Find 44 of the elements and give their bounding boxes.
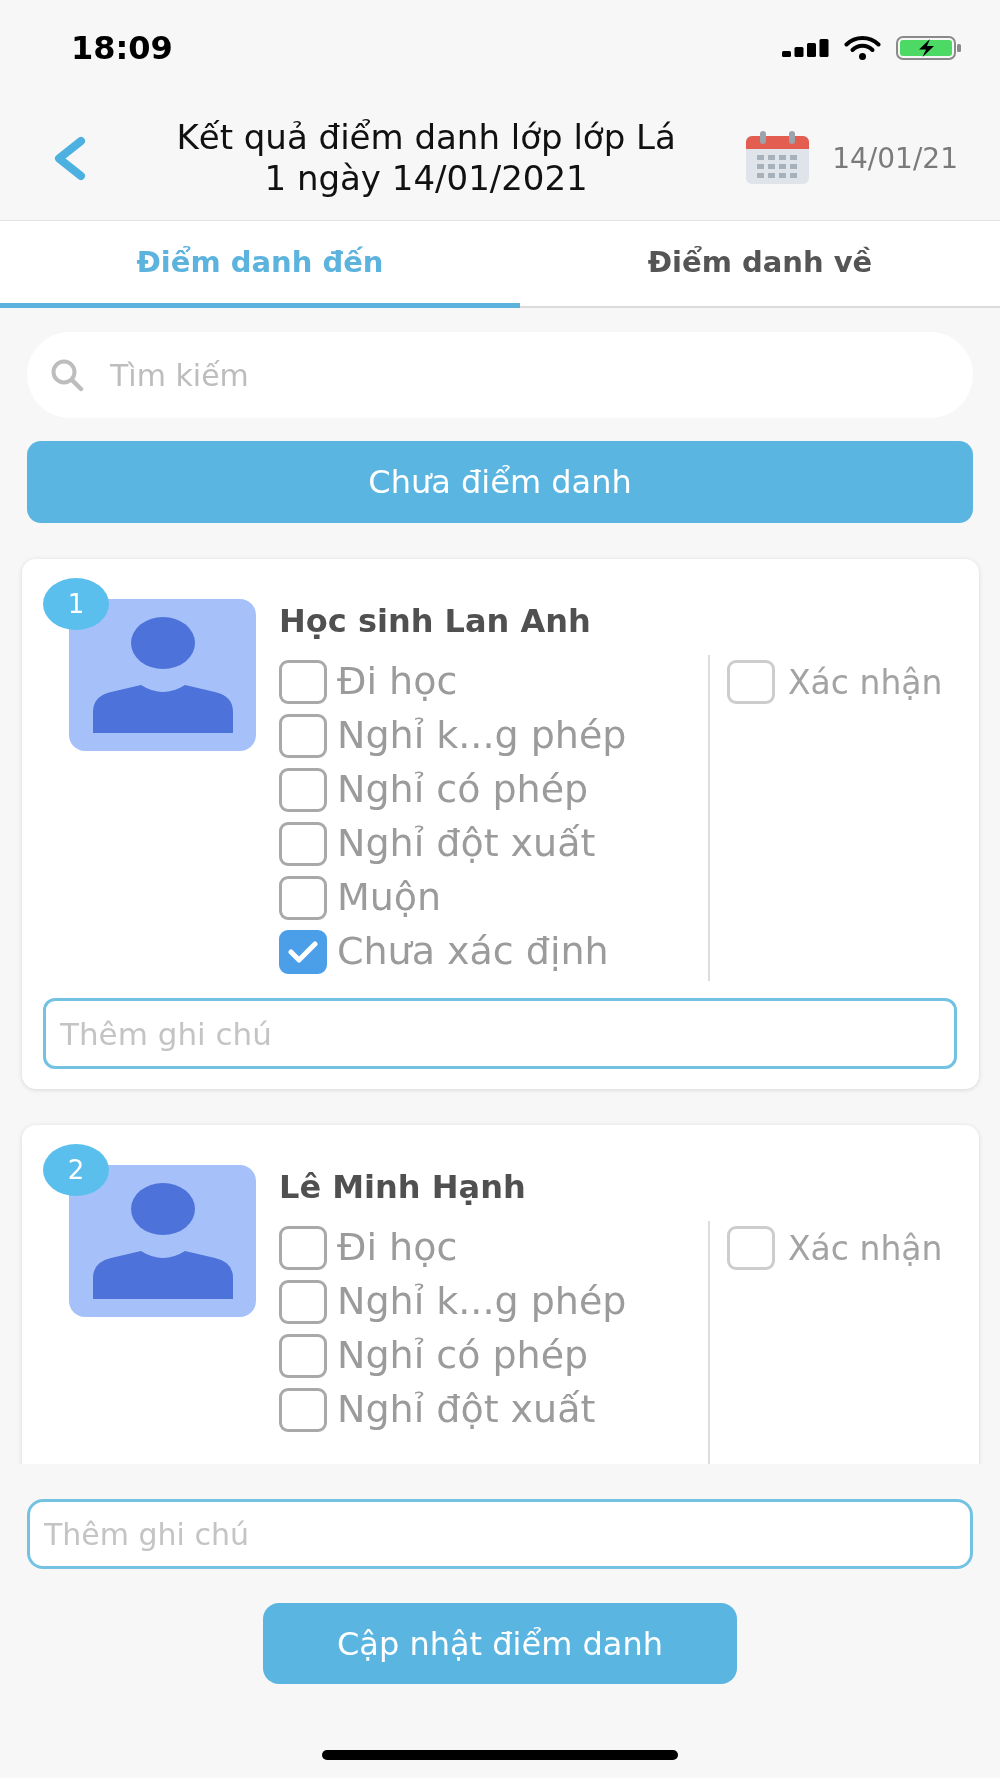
option-label: Đi học [337, 659, 458, 705]
check-icon [288, 941, 318, 963]
search-icon [50, 358, 84, 392]
note-field[interactable]: Thêm ghi chú [43, 998, 957, 1069]
checkbox[interactable] [279, 768, 327, 812]
option-label: Nghỉ k...g phép [337, 1279, 627, 1325]
checkbox[interactable] [279, 876, 327, 920]
battery-icon [896, 36, 962, 60]
screen-title: Kết quả điểm danh lớp lớp Lá 1 ngày 14/01/2021 [175, 117, 677, 199]
wifi-icon [844, 36, 881, 60]
status-time: 18:09 [71, 29, 173, 67]
search-field[interactable]: Tìm kiếm [27, 332, 973, 418]
tab[interactable]: Điểm danh về [520, 221, 1000, 308]
checkbox[interactable] [727, 660, 775, 704]
option-label: Chưa xác định [337, 929, 609, 975]
filter-button[interactable]: Chưa điểm danh [27, 441, 973, 523]
option-label: Nghỉ đột xuất [337, 821, 596, 867]
checkbox[interactable] [279, 822, 327, 866]
tab[interactable]: Điểm danh đến [0, 221, 520, 308]
checkbox[interactable] [279, 714, 327, 758]
option-label: Muộn [337, 875, 442, 921]
student-name: Học sinh Lan Anh [279, 601, 591, 641]
confirm-label: Xác nhận [788, 1228, 943, 1268]
checkbox[interactable] [279, 1280, 327, 1324]
confirm-label: Xác nhận [788, 662, 943, 702]
date-label: 14/01/21 [832, 141, 958, 175]
number-badge: 2 [43, 1144, 109, 1196]
student-name: Lê Minh Hạnh [279, 1167, 526, 1207]
option-label: Nghỉ đột xuất [337, 1387, 596, 1433]
calendar-icon[interactable] [745, 131, 811, 185]
note-field[interactable]: Thêm ghi chú [27, 1499, 973, 1569]
option-label: Nghỉ k...g phép [337, 713, 627, 759]
signal-icon [782, 39, 829, 57]
checkbox[interactable] [727, 1226, 775, 1270]
checkbox[interactable] [279, 1334, 327, 1378]
option-label: Nghỉ có phép [337, 1333, 589, 1379]
checkbox[interactable] [279, 660, 327, 704]
number-badge: 1 [43, 578, 109, 630]
update-button[interactable]: Cập nhật điểm danh [263, 1603, 737, 1684]
option-label: Nghỉ có phép [337, 767, 589, 813]
checkbox[interactable] [279, 1388, 327, 1432]
option-label: Đi học [337, 1225, 458, 1271]
checkbox[interactable] [279, 930, 327, 974]
checkbox[interactable] [279, 1226, 327, 1270]
